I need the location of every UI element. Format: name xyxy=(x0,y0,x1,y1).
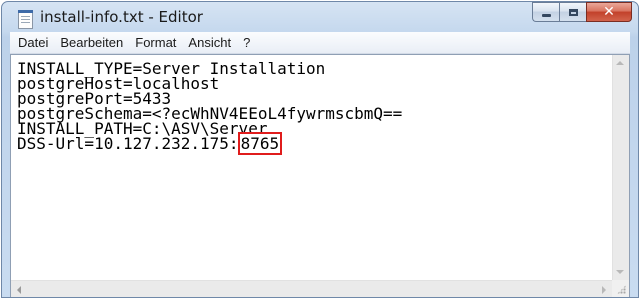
close-button[interactable]: ✕ xyxy=(586,2,632,22)
menu-format[interactable]: Format xyxy=(129,33,182,53)
vertical-scrollbar[interactable] xyxy=(612,55,629,280)
resize-corner[interactable] xyxy=(612,280,629,297)
window-controls: ✕ xyxy=(532,2,632,23)
text-content-area[interactable]: INSTALL_TYPE=Server Installation postgre… xyxy=(11,55,612,280)
maximize-icon xyxy=(568,8,578,16)
editor-window: install-info.txt - Editor ✕ Datei Bearbe… xyxy=(1,1,639,298)
scroll-left-icon[interactable] xyxy=(17,286,21,294)
menu-bearbeiten[interactable]: Bearbeiten xyxy=(54,33,129,53)
close-icon: ✕ xyxy=(603,4,615,20)
minimize-button[interactable] xyxy=(532,2,559,22)
minimize-icon xyxy=(541,13,551,17)
text-editor: INSTALL_TYPE=Server Installation postgre… xyxy=(10,54,630,297)
menu-help[interactable]: ? xyxy=(237,33,256,53)
scroll-up-icon[interactable] xyxy=(616,61,624,65)
horizontal-scrollbar[interactable] xyxy=(11,280,612,297)
dss-url-text: DSS-Url=10.127.232.175: xyxy=(17,134,239,153)
menu-datei[interactable]: Datei xyxy=(10,33,54,53)
window-title: install-info.txt - Editor xyxy=(40,8,203,26)
scroll-right-icon[interactable] xyxy=(602,286,606,294)
resize-grip-icon[interactable] xyxy=(617,285,626,294)
maximize-button[interactable] xyxy=(559,2,586,22)
scroll-down-icon[interactable] xyxy=(616,270,624,274)
menu-ansicht[interactable]: Ansicht xyxy=(182,33,237,53)
menu-bar: Datei Bearbeiten Format Ansicht ? xyxy=(10,32,630,54)
title-bar[interactable]: install-info.txt - Editor ✕ xyxy=(2,2,638,32)
text-line-dss-url: DSS-Url=10.127.232.175: 8765 xyxy=(17,132,612,155)
highlighted-port: 8765 xyxy=(237,132,283,155)
notepad-document-icon[interactable] xyxy=(18,10,33,29)
